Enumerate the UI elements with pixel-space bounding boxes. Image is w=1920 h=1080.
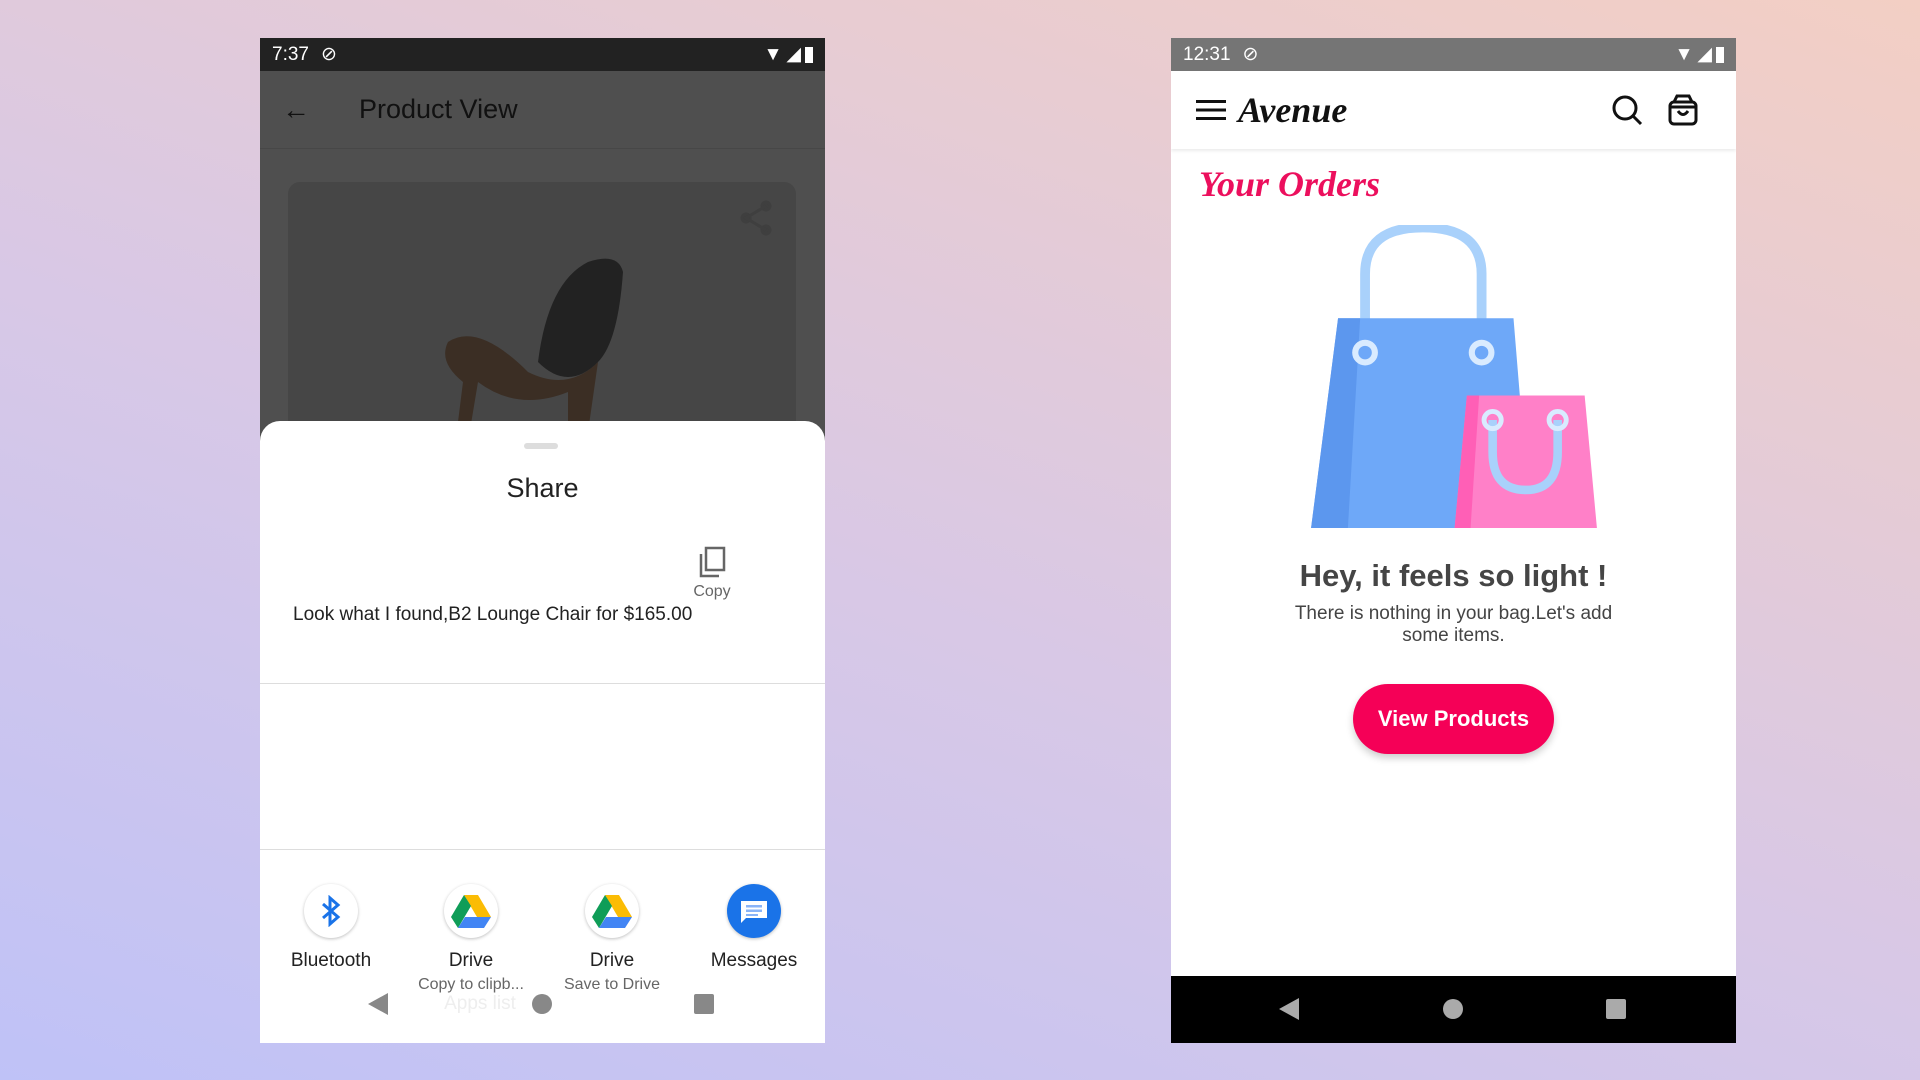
copy-label: Copy [693, 583, 731, 600]
home-nav-icon[interactable] [532, 994, 552, 1014]
messages-icon [741, 901, 767, 923]
wifi-icon: ▼ [763, 43, 783, 65]
battery-icon [805, 46, 813, 63]
data-saver-icon: ⊘ [1242, 44, 1259, 65]
empty-bag-illustration [1311, 225, 1597, 528]
back-arrow-icon[interactable]: ← [282, 94, 310, 126]
view-products-button[interactable]: View Products [1353, 684, 1554, 754]
your-orders-title: Your Orders [1199, 164, 1381, 204]
app-bar: ← Product View [260, 71, 825, 149]
recents-nav-icon[interactable] [1606, 999, 1626, 1019]
battery-icon [1716, 46, 1724, 63]
right-phone-screen: 12:31 ⊘ ▼ ◢ Avenue Your Orders Hey, it fe… [1171, 38, 1736, 1043]
navigation-bar: Apps list [260, 976, 825, 1043]
back-nav-icon[interactable] [368, 993, 388, 1015]
signal-icon: ◢ [1697, 44, 1712, 65]
bluetooth-icon [322, 895, 341, 927]
recents-nav-icon[interactable] [694, 994, 714, 1014]
google-drive-icon [592, 895, 632, 928]
left-phone-screen: 7:37 ⊘ ▼ ◢ ← Product View Share Look what… [260, 38, 825, 1043]
wifi-icon: ▼ [1674, 43, 1694, 65]
target-label: Drive [589, 950, 635, 971]
data-saver-icon: ⊘ [320, 44, 337, 65]
share-target-bluetooth[interactable]: Bluetooth [261, 884, 401, 972]
copy-icon [699, 546, 726, 578]
app-header: Avenue [1171, 71, 1736, 149]
share-icon[interactable] [738, 200, 774, 236]
hamburger-menu-icon[interactable] [1196, 99, 1226, 121]
search-icon[interactable] [1611, 94, 1643, 126]
empty-heading: Hey, it feels so light ! [1299, 558, 1608, 593]
page-title: Product View [359, 94, 518, 124]
share-sheet: Share Look what I found,B2 Lounge Chair … [260, 421, 825, 1043]
divider [260, 849, 825, 850]
empty-message: There is nothing in your bag.Let's add s… [1294, 603, 1613, 646]
divider [260, 683, 825, 684]
shopping-bag-icon[interactable] [1667, 94, 1699, 126]
target-label: Messages [710, 950, 798, 971]
signal-icon: ◢ [786, 44, 801, 65]
copy-button[interactable]: Copy [680, 546, 744, 601]
back-nav-icon[interactable] [1279, 998, 1299, 1020]
status-time: 7:37 [272, 43, 309, 65]
status-time: 12:31 [1183, 43, 1231, 65]
navigation-bar [1171, 976, 1736, 1043]
avenue-logo[interactable]: Avenue [1238, 89, 1347, 131]
share-message: Look what I found,B2 Lounge Chair for $1… [293, 604, 693, 625]
target-label: Bluetooth [290, 950, 372, 971]
drag-handle[interactable] [524, 443, 558, 449]
home-nav-icon[interactable] [1443, 999, 1463, 1019]
share-title: Share [506, 473, 579, 503]
share-target-messages[interactable]: Messages [684, 884, 824, 972]
faded-label: Apps list [444, 993, 516, 1014]
target-label: Drive [448, 950, 494, 971]
google-drive-icon [451, 895, 491, 928]
status-bar: 12:31 ⊘ ▼ ◢ [1171, 38, 1736, 71]
status-bar: 7:37 ⊘ ▼ ◢ [260, 38, 825, 71]
